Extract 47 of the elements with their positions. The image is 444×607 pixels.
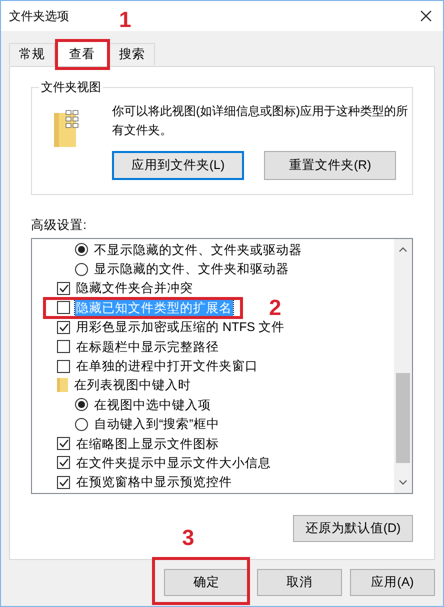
radio-button[interactable] bbox=[75, 418, 88, 431]
checkbox[interactable] bbox=[57, 456, 70, 470]
scroll-down-icon[interactable] bbox=[399, 480, 407, 485]
folder-icon bbox=[54, 110, 80, 147]
description-text: 你可以将此视图(如详细信息或图标)应用于这种类型的所有文件夹。 bbox=[112, 103, 409, 139]
dialog-button[interactable]: 应用(A) bbox=[350, 569, 435, 596]
setting-item[interactable]: 在视图中选中键入项 bbox=[93, 396, 212, 413]
setting-item[interactable]: 在缩略图上显示文件图标 bbox=[75, 436, 220, 452]
checkbox[interactable] bbox=[57, 437, 70, 450]
radio-button[interactable] bbox=[75, 398, 88, 412]
radio-button[interactable] bbox=[75, 243, 88, 256]
annotation-number: 2 bbox=[269, 297, 282, 320]
annotation-box bbox=[55, 39, 110, 70]
setting-item[interactable]: 在文件夹提示中显示文件大小信息 bbox=[75, 454, 272, 471]
scroll-up-icon[interactable] bbox=[399, 247, 407, 252]
dialog-button[interactable]: 取消 bbox=[257, 569, 342, 596]
setting-item[interactable]: 用彩色显示加密或压缩的 NTFS 文件 bbox=[75, 319, 286, 336]
setting-item[interactable]: 隐藏文件夹合并冲突 bbox=[75, 280, 194, 296]
setting-item[interactable]: 在列表视图中键入时 bbox=[73, 377, 192, 394]
checkbox[interactable] bbox=[57, 360, 70, 373]
dialog-button[interactable]: 确定 bbox=[164, 569, 249, 596]
setting-item[interactable]: 在预览窗格中显示预览控件 bbox=[75, 474, 233, 490]
checkbox[interactable] bbox=[57, 282, 70, 295]
section-label: 高级设置: bbox=[31, 217, 86, 233]
annotation-number: 1 bbox=[119, 9, 132, 32]
setting-item[interactable]: 在标题栏中显示完整路径 bbox=[75, 338, 220, 355]
folder-icon bbox=[57, 378, 68, 392]
setting-item[interactable]: 不显示隐藏的文件、文件夹或驱动器 bbox=[93, 242, 303, 258]
setting-item[interactable]: 显示隐藏的文件、文件夹和驱动器 bbox=[93, 261, 290, 278]
folder-button[interactable]: 重置文件夹(R) bbox=[264, 151, 396, 180]
checkbox[interactable] bbox=[57, 476, 70, 489]
group-title: 文件夹视图 bbox=[39, 79, 103, 95]
tab[interactable]: 常规 bbox=[9, 42, 55, 65]
radio-button[interactable] bbox=[75, 262, 88, 276]
checkbox[interactable] bbox=[57, 340, 70, 354]
setting-item[interactable]: 自动键入到“搜索”框中 bbox=[93, 416, 220, 432]
restore-defaults-button[interactable]: 还原为默认值(D) bbox=[293, 515, 413, 542]
setting-item[interactable]: 在单独的进程中打开文件夹窗口 bbox=[75, 358, 259, 374]
tab[interactable]: 搜索 bbox=[109, 42, 155, 65]
annotation-number: 3 bbox=[182, 527, 194, 549]
close-icon[interactable] bbox=[420, 10, 432, 22]
checkbox[interactable] bbox=[57, 301, 70, 314]
folder-button[interactable]: 应用到文件夹(L) bbox=[112, 151, 244, 180]
window-title: 文件夹选项 bbox=[9, 8, 69, 25]
scroll-thumb[interactable] bbox=[396, 373, 410, 463]
checkbox[interactable] bbox=[57, 320, 70, 334]
scrollbar[interactable] bbox=[394, 239, 412, 493]
